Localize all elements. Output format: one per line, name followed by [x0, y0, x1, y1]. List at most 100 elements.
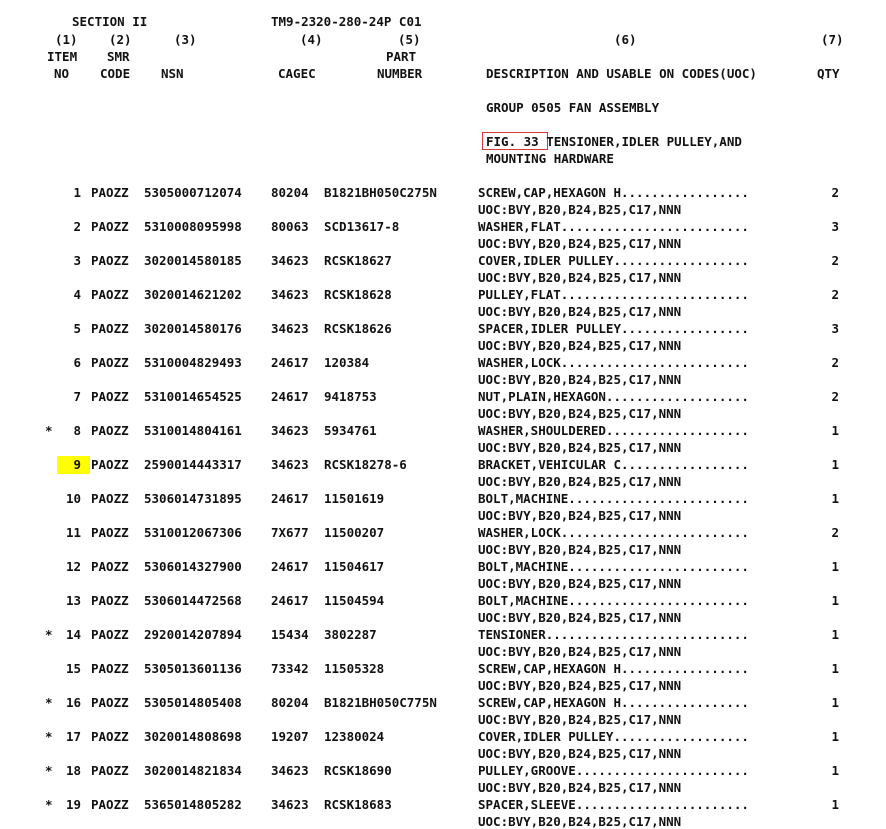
quantity: 1	[831, 423, 839, 438]
uoc-line: UOC:BVY,B20,B24,B25,C17,NNN	[478, 304, 682, 319]
description: WASHER,SHOULDERED...................	[478, 423, 749, 438]
quantity: 1	[831, 729, 839, 744]
col-head-qty: QTY	[817, 66, 840, 81]
nsn: 5310014654525	[144, 389, 242, 404]
cagec: 24617	[271, 559, 309, 574]
col-num-7: (7)	[821, 32, 844, 47]
uoc-line: UOC:BVY,B20,B24,B25,C17,NNN	[478, 270, 682, 285]
part-number: SCD13617-8	[324, 219, 400, 234]
quantity: 2	[831, 185, 839, 200]
smr-code: PAOZZ	[91, 185, 129, 200]
description: NUT,PLAIN,HEXAGON...................	[478, 389, 749, 404]
nsn: 3020014580185	[144, 253, 242, 268]
col-num-5: (5)	[398, 32, 421, 47]
part-number: RCSK18683	[324, 797, 392, 812]
quantity: 2	[831, 525, 839, 540]
uoc-line: UOC:BVY,B20,B24,B25,C17,NNN	[478, 440, 682, 455]
col-num-1: (1)	[55, 32, 78, 47]
uoc-line: UOC:BVY,B20,B24,B25,C17,NNN	[478, 338, 682, 353]
figure-title: FIG. 33 TENSIONER,IDLER PULLEY,AND	[486, 135, 742, 149]
nsn: 5306014327900	[144, 559, 242, 574]
uoc-line: UOC:BVY,B20,B24,B25,C17,NNN	[478, 814, 682, 829]
col-num-3: (3)	[174, 32, 197, 47]
description: SPACER,IDLER PULLEY.................	[478, 321, 749, 336]
uoc-line: UOC:BVY,B20,B24,B25,C17,NNN	[478, 712, 682, 727]
part-number: 3802287	[324, 627, 377, 642]
col-head-code: CODE	[100, 66, 131, 81]
cagec: 34623	[271, 457, 309, 472]
uoc-line: UOC:BVY,B20,B24,B25,C17,NNN	[478, 610, 682, 625]
part-number: 5934761	[324, 423, 377, 438]
smr-code: PAOZZ	[91, 219, 129, 234]
nsn: 5305014805408	[144, 695, 242, 710]
quantity: 3	[831, 219, 839, 234]
smr-code: PAOZZ	[91, 627, 129, 642]
col-head-cagec: CAGEC	[278, 66, 316, 81]
nsn: 5365014805282	[144, 797, 242, 812]
uoc-line: UOC:BVY,B20,B24,B25,C17,NNN	[478, 508, 682, 523]
uoc-line: UOC:BVY,B20,B24,B25,C17,NNN	[478, 576, 682, 591]
cagec: 80204	[271, 185, 309, 200]
description: WASHER,LOCK.........................	[478, 355, 749, 370]
cagec: 34623	[271, 253, 309, 268]
nsn: 5305000712074	[144, 185, 242, 200]
col-head-part: PART	[386, 49, 417, 64]
cagec: 80063	[271, 219, 309, 234]
quantity: 2	[831, 287, 839, 302]
nsn: 5310012067306	[144, 525, 242, 540]
quantity: 1	[831, 695, 839, 710]
quantity: 1	[831, 661, 839, 676]
nsn: 2920014207894	[144, 627, 242, 642]
uoc-line: UOC:BVY,B20,B24,B25,C17,NNN	[478, 372, 682, 387]
item-number: 12	[65, 559, 81, 574]
col-head-nsn: NSN	[161, 66, 184, 81]
smr-code: PAOZZ	[91, 559, 129, 574]
item-number: 8	[73, 423, 81, 438]
figure-reference[interactable]: FIG. 33	[486, 134, 539, 149]
uoc-line: UOC:BVY,B20,B24,B25,C17,NNN	[478, 474, 682, 489]
quantity: 1	[831, 627, 839, 642]
description: SCREW,CAP,HEXAGON H.................	[478, 695, 749, 710]
part-number: B1821BH050C775N	[324, 695, 437, 710]
nsn: 5310014804161	[144, 423, 242, 438]
uoc-line: UOC:BVY,B20,B24,B25,C17,NNN	[478, 780, 682, 795]
smr-code: PAOZZ	[91, 423, 129, 438]
quantity: 2	[831, 253, 839, 268]
item-number: 6	[73, 355, 81, 370]
smr-code: PAOZZ	[91, 729, 129, 744]
description: BRACKET,VEHICULAR C.................	[478, 457, 749, 472]
uoc-line: UOC:BVY,B20,B24,B25,C17,NNN	[478, 202, 682, 217]
nsn: 5305013601136	[144, 661, 242, 676]
part-number: 11505328	[324, 661, 385, 676]
nsn: 5310004829493	[144, 355, 242, 370]
item-number: 13	[65, 593, 81, 608]
item-number: 5	[73, 321, 81, 336]
uoc-line: UOC:BVY,B20,B24,B25,C17,NNN	[478, 746, 682, 761]
cagec: 19207	[271, 729, 309, 744]
col-head-item: ITEM	[47, 49, 78, 64]
part-number: 11504617	[324, 559, 385, 574]
nsn: 5306014731895	[144, 491, 242, 506]
nsn: 3020014621202	[144, 287, 242, 302]
description: PULLEY,FLAT.........................	[478, 287, 749, 302]
part-number: RCSK18628	[324, 287, 392, 302]
cagec: 34623	[271, 287, 309, 302]
cagec: 24617	[271, 491, 309, 506]
smr-code: PAOZZ	[91, 797, 129, 812]
quantity: 2	[831, 389, 839, 404]
smr-code: PAOZZ	[91, 321, 129, 336]
item-number: 9	[57, 456, 90, 474]
description: TENSIONER...........................	[478, 627, 749, 642]
description: SCREW,CAP,HEXAGON H.................	[478, 185, 749, 200]
description: COVER,IDLER PULLEY..................	[478, 253, 749, 268]
col-num-4: (4)	[300, 32, 323, 47]
smr-code: PAOZZ	[91, 457, 129, 472]
cagec: 15434	[271, 627, 309, 642]
smr-code: PAOZZ	[91, 763, 129, 778]
smr-code: PAOZZ	[91, 525, 129, 540]
part-number: B1821BH050C275N	[324, 185, 437, 200]
description: COVER,IDLER PULLEY..................	[478, 729, 749, 744]
part-number: 9418753	[324, 389, 377, 404]
quantity: 1	[831, 593, 839, 608]
item-number: 18	[65, 763, 81, 778]
